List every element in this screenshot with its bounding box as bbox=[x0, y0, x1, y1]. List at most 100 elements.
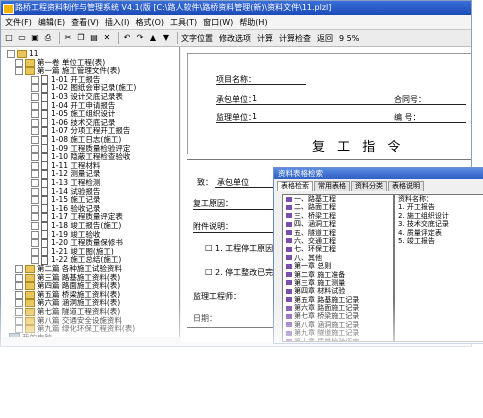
to-label: 致： bbox=[197, 178, 213, 187]
menu-edit[interactable]: 编辑(E) bbox=[38, 17, 65, 28]
table-search-dialog: 资料表格检索 表格检索 常用表格 资料分类 表格说明 一、路基工程 二、路面工程三… bbox=[273, 167, 483, 344]
menu-insert[interactable]: 插入(I) bbox=[105, 17, 130, 28]
category-icon bbox=[286, 288, 292, 294]
checkbox-1[interactable]: □ bbox=[205, 243, 213, 252]
menu-view[interactable]: 查看(V) bbox=[71, 17, 99, 28]
new-icon[interactable]: □ bbox=[4, 33, 14, 43]
dialog-list-label: 第六章 路面施工记录 bbox=[294, 304, 360, 313]
category-icon bbox=[286, 339, 292, 341]
menu-window[interactable]: 窗口(W) bbox=[203, 17, 233, 28]
date-label: 日期： bbox=[193, 314, 217, 323]
check-button[interactable]: 计算检查 bbox=[279, 33, 311, 44]
row-line-2 bbox=[216, 122, 466, 123]
dialog-list-label: 五、隧道工程 bbox=[294, 228, 336, 237]
expand-icon[interactable] bbox=[7, 50, 15, 58]
open-icon[interactable]: ▭ bbox=[17, 33, 27, 43]
dialog-detail-line: 1. 开工报告 bbox=[398, 203, 435, 212]
print-icon[interactable]: ⎙ bbox=[43, 33, 53, 43]
dialog-list-item[interactable]: 八、其他 bbox=[283, 254, 393, 262]
dialog-category-list[interactable]: 一、路基工程 二、路面工程 三、桥梁工程 四、涵洞工程 五、隧道工程 六、交通工程 七、环保… bbox=[282, 194, 394, 342]
dialog-list-item[interactable]: 第九章 隧道施工记录 bbox=[283, 329, 393, 337]
dialog-list-item[interactable]: 二、路面工程 bbox=[283, 203, 393, 211]
toolbar: □ ▭ ▣ ⎙ ✂ ❐ ▤ ✕ ↶ ↷ ▲ ▼ 文字位置 修改选项 计算 计算检… bbox=[1, 30, 471, 47]
unit-value[interactable]: 1 bbox=[252, 94, 257, 103]
menu-tools[interactable]: 工具(T) bbox=[170, 17, 197, 28]
attach-label: 附件说明： bbox=[193, 222, 233, 231]
category-icon bbox=[286, 238, 292, 244]
redo-icon[interactable]: ↷ bbox=[135, 33, 145, 43]
dialog-title: 资料表格检索 bbox=[274, 168, 483, 179]
app-icon bbox=[3, 4, 14, 14]
return-button[interactable]: 返回 bbox=[317, 33, 333, 44]
dialog-detail-line: 5. 竣工报告 bbox=[398, 236, 435, 245]
expand-icon[interactable] bbox=[15, 67, 23, 76]
dialog-list-label: 第三章 施工测量 bbox=[294, 278, 346, 287]
checkbox-2[interactable]: □ bbox=[205, 267, 213, 276]
dialog-list-item[interactable]: 四、涵洞工程 bbox=[283, 220, 393, 228]
dialog-detail-line: 2. 施工组织设计 bbox=[398, 211, 449, 220]
dialog-list-label: 第九章 隧道施工记录 bbox=[294, 329, 360, 338]
dialog-list-label: 第七章 桥梁施工记录 bbox=[294, 312, 360, 321]
menu-file[interactable]: 文件(F) bbox=[5, 17, 32, 28]
undo-icon[interactable]: ↶ bbox=[122, 33, 132, 43]
category-icon bbox=[286, 213, 292, 219]
supervisor-value[interactable]: 1 bbox=[252, 112, 257, 121]
tab-table-search[interactable]: 表格检索 bbox=[277, 181, 313, 191]
dialog-detail-panel: 资料名称： 1. 开工报告 2. 施工组织设计 3. 技术交底记录 4. 质量评定表 5.… bbox=[394, 194, 483, 342]
dialog-list-item[interactable]: 三、桥梁工程 bbox=[283, 212, 393, 220]
cut-icon[interactable]: ✂ bbox=[63, 33, 73, 43]
computer-icon bbox=[9, 333, 20, 337]
dialog-list-item[interactable]: 七、环保工程 bbox=[283, 245, 393, 253]
dialog-detail-line: 3. 技术交底记录 bbox=[398, 220, 449, 229]
format-button[interactable]: 文字位置 bbox=[181, 33, 213, 44]
toolbar-separator bbox=[118, 32, 119, 44]
menu-bar: 文件(F) 编辑(E) 查看(V) 插入(I) 格式(O) 工具(T) 窗口(W… bbox=[1, 15, 471, 30]
dialog-list-label: 八、其他 bbox=[294, 253, 322, 262]
dialog-list-label: 第一章 总则 bbox=[294, 262, 332, 271]
dialog-list-item[interactable]: 第七章 桥梁施工记录 bbox=[283, 312, 393, 320]
zoom-select[interactable]: 9 5% bbox=[339, 34, 359, 43]
document-tree: 11 第一卷 单位工程(表) 第一篇 施工管理文件(表) 1-01 开工报告 1-02 … bbox=[1, 47, 180, 337]
dialog-list-item[interactable]: 第一章 总则 bbox=[283, 262, 393, 270]
calc-button[interactable]: 计算 bbox=[257, 33, 273, 44]
form-header-section: 项目名称： 承包单位： 1 监理单位： 1 合同号： 编 号： 复 工 指 令 bbox=[187, 53, 471, 155]
dialog-list-label: 三、桥梁工程 bbox=[294, 211, 336, 220]
tree-computer-item[interactable]: 我的电脑 bbox=[9, 333, 52, 337]
toolbar-separator bbox=[177, 32, 178, 44]
menu-help[interactable]: 帮助(H) bbox=[239, 17, 267, 28]
paste-icon[interactable]: ▤ bbox=[89, 33, 99, 43]
category-icon bbox=[286, 305, 292, 311]
dialog-list-item[interactable]: 第五章 路基施工记录 bbox=[283, 296, 393, 304]
menu-format[interactable]: 格式(O) bbox=[135, 17, 164, 28]
attach-underline bbox=[193, 232, 273, 233]
dialog-list-item[interactable]: 五、隧道工程 bbox=[283, 229, 393, 237]
section-divider bbox=[187, 159, 471, 160]
tab-categories[interactable]: 资料分类 bbox=[351, 181, 387, 191]
category-icon bbox=[286, 297, 292, 303]
document-heading: 复 工 指 令 bbox=[312, 140, 405, 155]
window-title: 路桥工程资料制作与管理系统 V4.1(版 [C:\路人软件\路桥资料管理(新)\… bbox=[15, 3, 332, 12]
dialog-list-label: 第八章 涵洞施工记录 bbox=[294, 320, 360, 329]
up-icon[interactable]: ▲ bbox=[148, 33, 158, 43]
dialog-list-item[interactable]: 第二章 施工准备 bbox=[283, 271, 393, 279]
category-icon bbox=[286, 322, 292, 328]
dialog-list-label: 第十章 质量检验评定 bbox=[294, 337, 360, 342]
dialog-list-item[interactable]: 第十章 质量检验评定 bbox=[283, 337, 393, 342]
dialog-list-item[interactable]: 第四章 材料试验 bbox=[283, 287, 393, 295]
copy-icon[interactable]: ❐ bbox=[76, 33, 86, 43]
reason-label: 复工原因： bbox=[193, 199, 233, 208]
save-icon[interactable]: ▣ bbox=[30, 33, 40, 43]
dialog-list-item[interactable]: 第八章 涵洞施工记录 bbox=[283, 321, 393, 329]
tab-common-tables[interactable]: 常用表格 bbox=[314, 181, 350, 191]
to-underline bbox=[215, 187, 275, 188]
dialog-list-label: 第四章 材料试验 bbox=[294, 287, 346, 296]
down-icon[interactable]: ▼ bbox=[161, 33, 171, 43]
category-icon bbox=[286, 280, 292, 286]
edit-options-button[interactable]: 修改选项 bbox=[219, 33, 251, 44]
category-icon bbox=[286, 196, 292, 202]
category-icon bbox=[286, 255, 292, 261]
delete-icon[interactable]: ✕ bbox=[102, 33, 112, 43]
tab-description[interactable]: 表格说明 bbox=[388, 181, 424, 191]
dialog-list-label: 一、路基工程 bbox=[294, 195, 336, 203]
dialog-tabs: 表格检索 常用表格 资料分类 表格说明 bbox=[274, 179, 483, 192]
